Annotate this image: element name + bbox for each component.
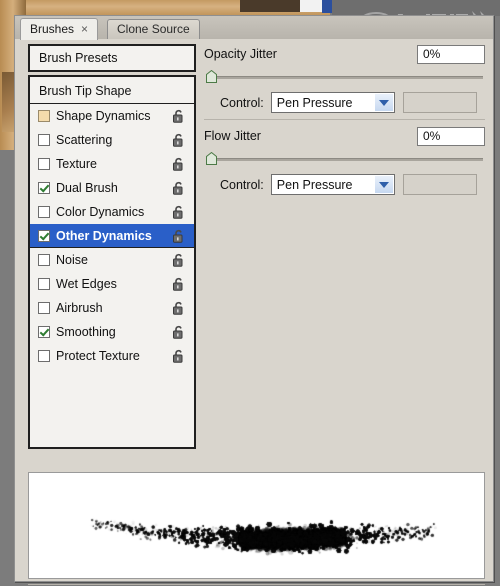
brushes-panel: Brushes × Clone Source Brush Presets Brus…	[14, 15, 494, 585]
close-icon[interactable]: ×	[81, 22, 88, 36]
list-item-label: Scattering	[56, 133, 113, 147]
brush-stroke-preview	[28, 472, 485, 579]
screenshot-root: www.missyuan.com Brushes× Clone Source B…	[0, 0, 500, 586]
list-item-label: Other Dynamics	[56, 229, 152, 243]
brush-stroke-canvas	[29, 473, 484, 576]
opacity-jitter-group: Opacity Jitter 0% Control: Pen Pressure	[204, 44, 485, 119]
flow-jitter-slider[interactable]	[204, 151, 485, 167]
brush-presets-button[interactable]: Brush Presets	[28, 44, 196, 72]
tab-brushes[interactable]: Brushes ×	[20, 18, 99, 40]
panel-body: Brush Presets Brush Tip Shape Shape Dyna…	[15, 39, 493, 585]
checkbox[interactable]	[38, 110, 50, 122]
checkbox[interactable]	[38, 230, 50, 242]
opacity-control-label: Control:	[220, 95, 264, 110]
chevron-down-icon[interactable]	[374, 176, 393, 193]
flow-jitter-header: Flow Jitter 0%	[204, 126, 485, 146]
lock-open-icon[interactable]	[172, 229, 185, 243]
list-item-label: Wet Edges	[56, 277, 117, 291]
opacity-jitter-label: Opacity Jitter	[204, 47, 277, 61]
lock-open-icon[interactable]	[172, 253, 185, 267]
list-item-label: Noise	[56, 253, 88, 267]
tab-clone-source-label: Clone Source	[117, 22, 190, 36]
list-item-noise[interactable]: Noise	[30, 248, 194, 272]
lock-open-icon[interactable]	[172, 277, 185, 291]
list-item-shape-dynamics[interactable]: Shape Dynamics	[30, 104, 194, 128]
list-item-brush-tip-shape[interactable]: Brush Tip Shape	[30, 77, 194, 104]
opacity-jitter-value[interactable]: 0%	[417, 44, 485, 64]
flow-control-extra-field[interactable]	[402, 174, 477, 195]
flow-control-select[interactable]: Pen Pressure	[270, 174, 395, 195]
opacity-control-select[interactable]: Pen Pressure	[270, 92, 395, 113]
checkbox[interactable]	[38, 278, 50, 290]
brush-options-column: Brush Presets Brush Tip Shape Shape Dyna…	[28, 44, 196, 449]
checkbox[interactable]	[38, 350, 50, 362]
flow-control-row: Control: Pen Pressure	[204, 174, 485, 195]
slider-track	[208, 158, 483, 161]
list-item-protect-texture[interactable]: Protect Texture	[30, 344, 194, 368]
dynamics-controls-column: Opacity Jitter 0% Control: Pen Pressure	[204, 44, 485, 201]
divider	[28, 584, 485, 585]
list-item-label: Texture	[56, 157, 97, 171]
brush-options-list[interactable]: Brush Tip Shape Shape Dynamics Scatterin…	[28, 75, 196, 449]
lock-open-icon[interactable]	[172, 349, 185, 363]
lock-open-icon[interactable]	[172, 181, 185, 195]
brush-presets-label: Brush Presets	[39, 51, 118, 65]
list-item-label: Shape Dynamics	[56, 109, 151, 123]
list-item-airbrush[interactable]: Airbrush	[30, 296, 194, 320]
list-item-label: Airbrush	[56, 301, 103, 315]
lock-open-icon[interactable]	[172, 205, 185, 219]
slider-track	[208, 76, 483, 79]
panel-tabbar: Brushes × Clone Source	[15, 16, 493, 40]
checkbox[interactable]	[38, 134, 50, 146]
chevron-down-icon[interactable]	[374, 94, 393, 111]
list-item-texture[interactable]: Texture	[30, 152, 194, 176]
opacity-jitter-slider[interactable]	[204, 69, 485, 85]
list-item-label: Dual Brush	[56, 181, 118, 195]
list-item-dual-brush[interactable]: Dual Brush	[30, 176, 194, 200]
checkbox[interactable]	[38, 326, 50, 338]
slider-thumb[interactable]	[206, 70, 217, 83]
lock-open-icon[interactable]	[172, 325, 185, 339]
flow-jitter-group: Flow Jitter 0% Control: Pen Pressure	[204, 119, 485, 201]
backdrop-dark-region	[240, 0, 300, 12]
tab-clone-source[interactable]: Clone Source	[107, 19, 200, 40]
list-item-smoothing[interactable]: Smoothing	[30, 320, 194, 344]
list-item-label: Protect Texture	[56, 349, 140, 363]
lock-open-icon[interactable]	[172, 301, 185, 315]
list-item-label: Smoothing	[56, 325, 116, 339]
backdrop-gray-region	[332, 0, 500, 16]
checkbox[interactable]	[38, 206, 50, 218]
backdrop-light-region	[300, 0, 322, 12]
list-item-other-dynamics[interactable]: Other Dynamics	[30, 224, 194, 248]
checkbox[interactable]	[38, 158, 50, 170]
lock-open-icon[interactable]	[172, 133, 185, 147]
backdrop-blue-region	[322, 0, 332, 13]
opacity-jitter-header: Opacity Jitter 0%	[204, 44, 485, 64]
opacity-control-row: Control: Pen Pressure	[204, 92, 485, 113]
brush-tip-shape-label: Brush Tip Shape	[39, 83, 132, 98]
slider-thumb[interactable]	[206, 152, 217, 165]
list-item-label: Color Dynamics	[56, 205, 145, 219]
flow-control-label: Control:	[220, 177, 264, 192]
opacity-control-extra-field[interactable]	[402, 92, 477, 113]
checkbox[interactable]	[38, 254, 50, 266]
flow-jitter-label: Flow Jitter	[204, 129, 261, 143]
list-item-wet-edges[interactable]: Wet Edges	[30, 272, 194, 296]
flow-control-value: Pen Pressure	[276, 177, 353, 192]
lock-open-icon[interactable]	[172, 109, 185, 123]
opacity-control-value: Pen Pressure	[276, 95, 353, 110]
checkbox[interactable]	[38, 182, 50, 194]
brush-option-rows: Shape Dynamics Scattering Texture Dual B…	[30, 104, 194, 368]
list-item-color-dynamics[interactable]: Color Dynamics	[30, 200, 194, 224]
flow-jitter-value[interactable]: 0%	[417, 126, 485, 146]
checkbox[interactable]	[38, 302, 50, 314]
list-item-scattering[interactable]: Scattering	[30, 128, 194, 152]
lock-open-icon[interactable]	[172, 157, 185, 171]
tab-brushes-label: Brushes	[30, 22, 75, 36]
